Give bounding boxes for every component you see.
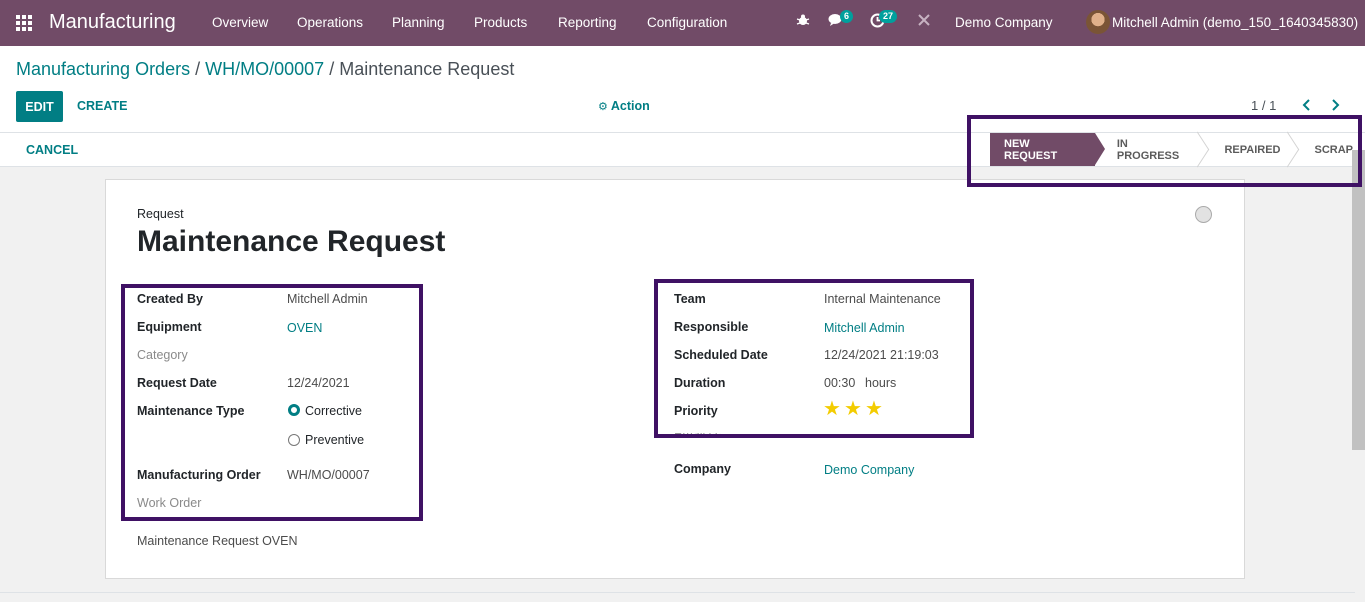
user-menu[interactable]: Mitchell Admin (demo_150_1640345830) <box>1112 15 1358 30</box>
debug-icon[interactable] <box>796 13 810 30</box>
company-switcher[interactable]: Demo Company <box>955 15 1053 30</box>
edit-button[interactable]: EDIT <box>16 91 63 122</box>
highlight-box-left-fields <box>121 284 423 521</box>
breadcrumb-manufacturing-orders[interactable]: Manufacturing Orders <box>16 59 190 79</box>
pager-value[interactable]: 1 / 1 <box>1251 98 1276 113</box>
apps-menu-icon[interactable] <box>16 15 32 31</box>
divider <box>0 592 1355 593</box>
top-navbar: Manufacturing Overview Operations Planni… <box>0 0 1365 46</box>
breadcrumb-current: Maintenance Request <box>339 59 515 79</box>
gear-icon: ⚙ <box>598 101 608 113</box>
breadcrumb: Manufacturing Orders / WH/MO/00007 / Mai… <box>16 59 514 80</box>
menu-reporting[interactable]: Reporting <box>558 15 617 30</box>
menu-overview[interactable]: Overview <box>212 15 268 30</box>
create-button[interactable]: CREATE <box>77 99 127 113</box>
page-title[interactable]: Maintenance Request <box>137 225 445 259</box>
company-label: Company <box>674 462 731 476</box>
user-avatar[interactable] <box>1086 10 1110 34</box>
menu-planning[interactable]: Planning <box>392 15 445 30</box>
scrollbar[interactable] <box>1352 150 1365 450</box>
action-dropdown[interactable]: ⚙ Action <box>598 99 650 113</box>
company-link[interactable]: Demo Company <box>824 463 914 477</box>
tools-icon[interactable] <box>917 13 931 30</box>
app-brand[interactable]: Manufacturing <box>49 11 176 34</box>
highlight-box-right-fields <box>654 279 974 438</box>
chevron-right-icon[interactable] <box>1330 98 1340 114</box>
menu-operations[interactable]: Operations <box>297 15 363 30</box>
messages-badge: 6 <box>840 10 854 23</box>
activities-badge: 27 <box>879 10 898 23</box>
breadcrumb-separator: / <box>329 59 335 79</box>
description-text[interactable]: Maintenance Request OVEN <box>137 534 298 548</box>
chevron-left-icon[interactable] <box>1302 98 1312 114</box>
breadcrumb-separator: / <box>195 59 201 79</box>
breadcrumb-mo[interactable]: WH/MO/00007 <box>205 59 324 79</box>
menu-products[interactable]: Products <box>474 15 527 30</box>
kanban-state-indicator[interactable] <box>1195 206 1212 223</box>
menu-configuration[interactable]: Configuration <box>647 15 727 30</box>
action-label: Action <box>610 99 650 113</box>
request-label: Request <box>137 207 184 221</box>
highlight-box-stages <box>967 115 1362 187</box>
cancel-button[interactable]: CANCEL <box>26 143 78 157</box>
